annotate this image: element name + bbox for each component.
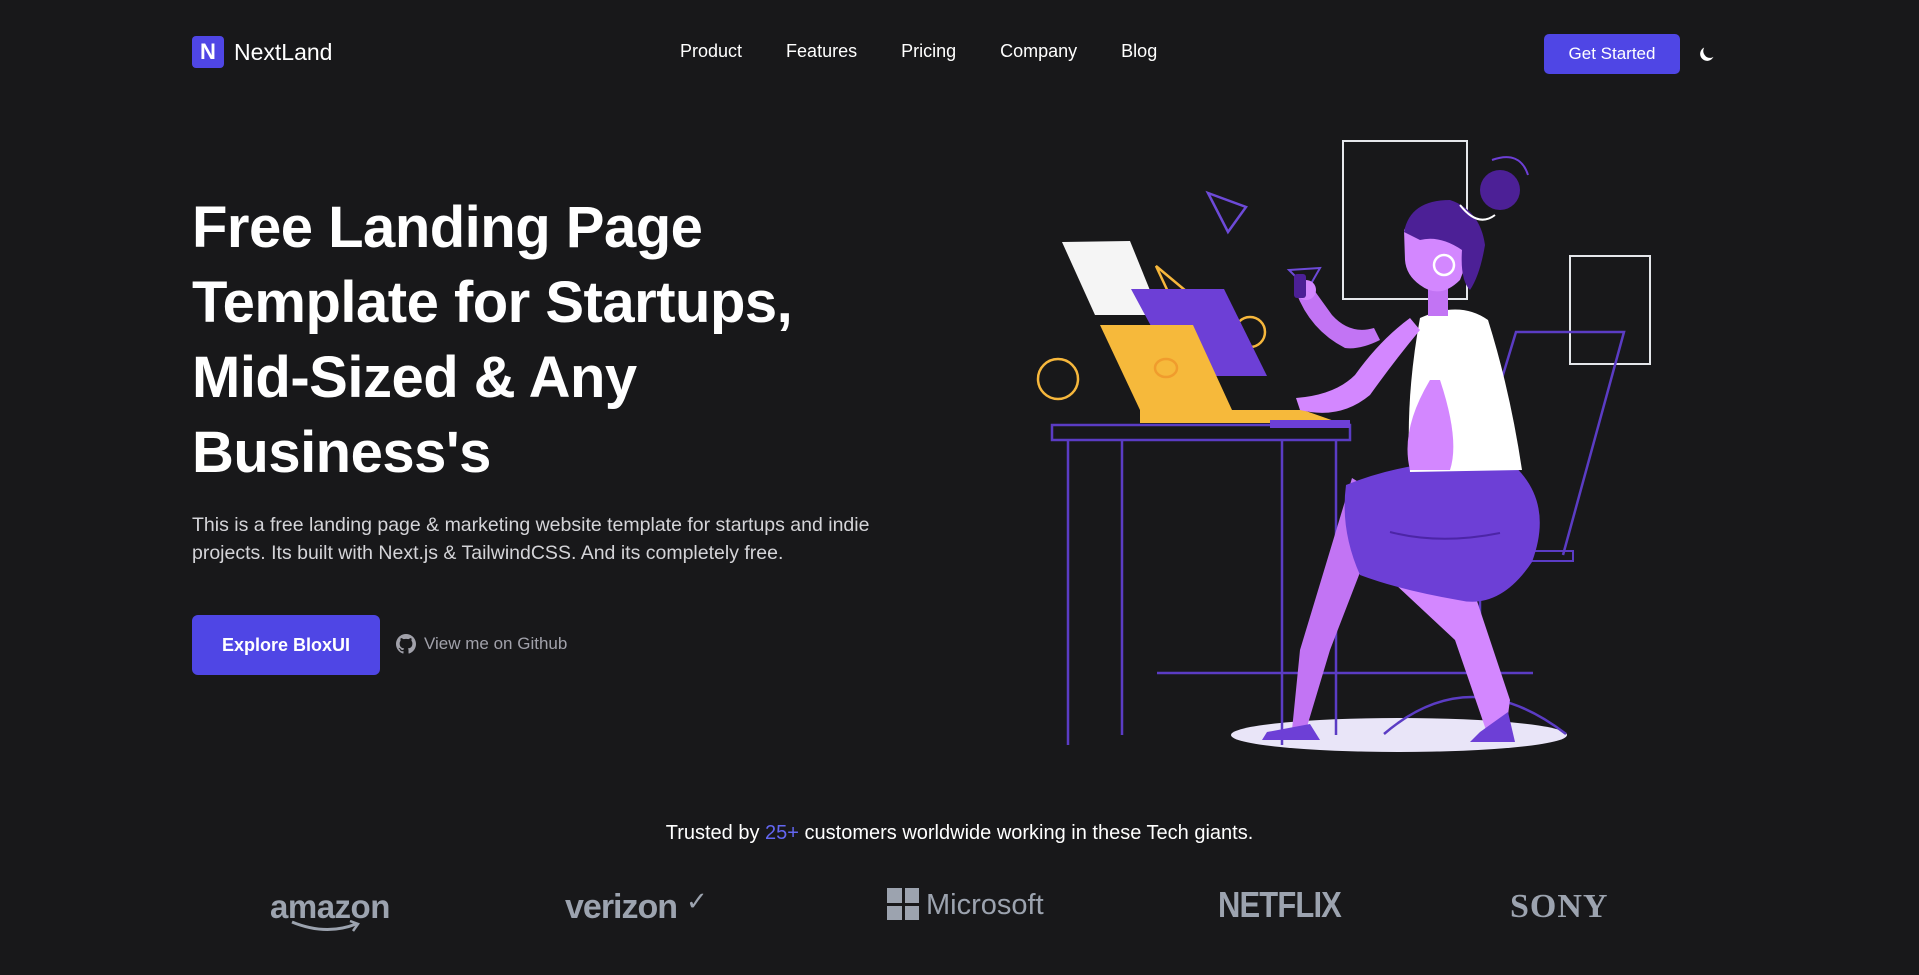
navbar: N NextLand Product Features Pricing Comp… (0, 0, 1919, 108)
github-link-label: View me on Github (424, 634, 568, 653)
github-link[interactable]: View me on Github (396, 634, 567, 654)
trusted-suffix: customers worldwide working in these Tec… (804, 822, 1254, 844)
github-icon (396, 634, 416, 654)
get-started-button[interactable]: Get Started (1544, 34, 1680, 74)
nav-link-pricing[interactable]: Pricing (901, 41, 956, 62)
hero-title: Free Landing Page Template for Startups,… (192, 195, 793, 485)
microsoft-grid-icon (887, 888, 919, 920)
nav-link-features[interactable]: Features (786, 41, 857, 62)
customer-count: 25+ (765, 822, 799, 844)
logo-mark: N (192, 36, 224, 68)
amazon-arrow-icon (291, 920, 360, 932)
microsoft-logo: Microsoft (926, 889, 1044, 921)
sony-logo: SONY (1510, 888, 1609, 925)
nav-link-company[interactable]: Company (1000, 41, 1077, 62)
verizon-logo: verizon (565, 888, 678, 926)
nav-link-product[interactable]: Product (680, 41, 742, 62)
brand-logos: amazon verizon ✓ Microsoft NETFLIX SONY (0, 880, 1919, 940)
moon-icon[interactable] (1697, 44, 1717, 64)
hero-illustration (1036, 140, 1651, 752)
trusted-by-text: Trusted by 25+ customers worldwide worki… (0, 822, 1919, 845)
logo-text: NextLand (234, 38, 333, 65)
nav-link-blog[interactable]: Blog (1121, 41, 1157, 62)
logo[interactable]: N NextLand (192, 36, 332, 68)
main-menu: Product Features Pricing Company Blog (680, 41, 1157, 62)
explore-bloxui-button[interactable]: Explore BloxUI (192, 615, 380, 675)
trusted-prefix: Trusted by (665, 822, 760, 844)
netflix-logo: NETFLIX (1218, 884, 1342, 925)
verizon-check-icon: ✓ (686, 886, 708, 916)
hero-description: This is a free landing page & marketing … (192, 514, 870, 564)
